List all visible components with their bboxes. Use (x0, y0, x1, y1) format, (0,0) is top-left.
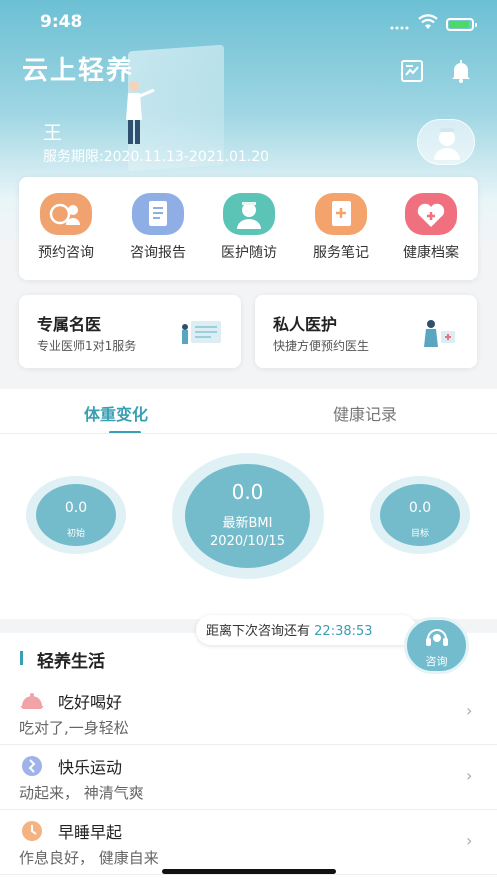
menu-service-notes[interactable]: 服务笔记 (301, 193, 381, 262)
home-indicator (162, 869, 336, 874)
service-exclusive-doctor[interactable]: 专属名医 专业医师1对1服务 (19, 295, 241, 368)
feature-menu: 预约咨询 咨询报告 医护随访 服务笔记 健康档案 (19, 177, 478, 280)
tab-weight-change[interactable]: 体重变化 (84, 401, 148, 425)
target-value: 0.0 (408, 500, 432, 516)
menu-label: 服务笔记 (313, 245, 369, 261)
menu-label: 健康档案 (403, 245, 459, 261)
menu-label: 咨询报告 (130, 245, 186, 261)
service-period: 服务期限:2020.11.13-2021.01.20 (43, 149, 270, 165)
health-heart-icon (405, 193, 457, 235)
latest-bmi-bubble: 0.0 最新BMI 2020/10/15 (185, 464, 310, 568)
section-accent-bar (20, 651, 23, 665)
nurse-icon (223, 193, 275, 235)
consult-button[interactable]: 咨询 (404, 617, 469, 674)
report-doc-icon (132, 193, 184, 235)
signal-icon (390, 26, 409, 30)
chevron-right-icon: › (466, 831, 473, 850)
initial-weight-bubble: 0.0 初始 (36, 484, 116, 546)
service-title: 专属名医 (37, 315, 102, 334)
section-title: 轻养生活 (37, 652, 105, 672)
list-item-exercise[interactable]: 快乐运动 动起来， 神清气爽 › (0, 746, 497, 810)
initial-value: 0.0 (64, 500, 88, 516)
list-item-sleep[interactable]: 早睡早起 作息良好， 健康自来 › (0, 811, 497, 875)
user-name: 王 (43, 122, 63, 144)
menu-label: 预约咨询 (38, 245, 94, 261)
item-subtitle: 作息良好， 健康自来 (19, 849, 159, 867)
menu-appointment[interactable]: 预约咨询 (26, 193, 106, 262)
appointment-icon (40, 193, 92, 235)
bmi-label: 最新BMI (222, 516, 273, 531)
food-cloche-icon (20, 693, 44, 709)
next-consult-countdown: 距离下次咨询还有 22:38:53 (196, 615, 417, 645)
avatar[interactable] (417, 119, 475, 165)
service-title: 私人医护 (273, 315, 338, 334)
bmi-value: 0.0 (231, 480, 264, 504)
doctor-clipboard-icon (182, 321, 221, 344)
status-bar: 9:48 (0, 12, 497, 36)
app-title: 云上轻养 (22, 56, 135, 86)
service-private-nursing[interactable]: 私人医护 快捷方便预约医生 (255, 295, 477, 368)
menu-health-records[interactable]: 健康档案 (391, 193, 471, 262)
service-subtitle: 专业医师1对1服务 (37, 339, 137, 353)
doctor-avatar-icon (434, 128, 460, 160)
tab-divider (0, 433, 497, 434)
menu-consult-report[interactable]: 咨询报告 (118, 193, 198, 262)
initial-label: 初始 (66, 529, 85, 539)
report-icon[interactable] (399, 58, 425, 84)
item-title: 吃好喝好 (58, 693, 123, 712)
status-time: 9:48 (40, 12, 83, 32)
weight-section: 体重变化 健康记录 0.0 初始 0.0 最新BMI 2020/10/15 0.… (0, 389, 497, 619)
bell-icon[interactable] (448, 58, 474, 84)
chevron-right-icon: › (466, 701, 473, 720)
consult-label: 咨询 (425, 655, 448, 668)
item-subtitle: 吃对了,一身轻松 (19, 719, 129, 737)
chevron-right-icon: › (466, 766, 473, 785)
countdown-label: 距离下次咨询还有 (206, 624, 311, 639)
exercise-icon (22, 756, 42, 776)
tab-health-records[interactable]: 健康记录 (333, 401, 397, 425)
notebook-icon (315, 193, 367, 235)
service-subtitle: 快捷方便预约医生 (273, 339, 370, 353)
countdown-time: 22:38:53 (314, 624, 373, 639)
item-title: 早睡早起 (58, 823, 123, 842)
menu-label: 医护随访 (221, 245, 277, 261)
target-weight-bubble: 0.0 目标 (380, 484, 460, 546)
item-subtitle: 动起来， 神清气爽 (19, 784, 144, 802)
bmi-date: 2020/10/15 (210, 534, 285, 549)
list-item-eat-well[interactable]: 吃好喝好 吃对了,一身轻松 › (0, 681, 497, 745)
wifi-icon (418, 14, 438, 29)
item-title: 快乐运动 (58, 758, 123, 777)
headset-icon (426, 629, 448, 646)
clock-icon (22, 821, 42, 841)
target-label: 目标 (410, 529, 429, 539)
battery-icon (446, 18, 477, 31)
nurse-illustration-icon (424, 320, 455, 347)
menu-nurse-followup[interactable]: 医护随访 (209, 193, 289, 262)
doctor-illustration-icon (126, 81, 155, 144)
